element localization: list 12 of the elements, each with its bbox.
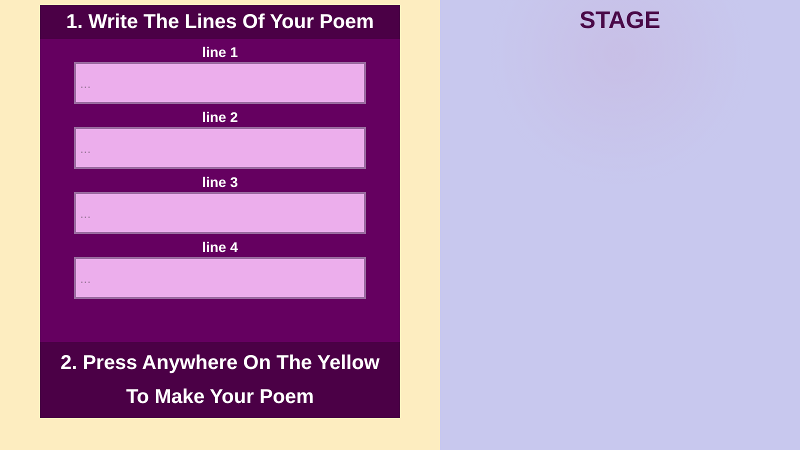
line-label: line 1 (202, 43, 238, 62)
click-area[interactable]: 1. Write The Lines Of Your Poem line 1 ... line 2 ... line 3 ... line 4 ... 2. Press Anywhere On The Yellow To Make Your Poem (0, 0, 440, 450)
instruction-text: 2. Press Anywhere On The Yellow To Make Your Poem (40, 342, 400, 418)
line-label: line 2 (202, 108, 238, 127)
input-field[interactable]: ... (74, 62, 366, 104)
line-label: line 4 (202, 238, 238, 257)
input-field[interactable]: ... (74, 192, 366, 234)
line-label: line 3 (202, 173, 238, 192)
input-field[interactable]: ... (74, 127, 366, 169)
input-field[interactable]: ... (74, 257, 366, 299)
stage-title: STAGE (580, 7, 660, 35)
panel-heading: 1. Write The Lines Of Your Poem (40, 5, 400, 39)
